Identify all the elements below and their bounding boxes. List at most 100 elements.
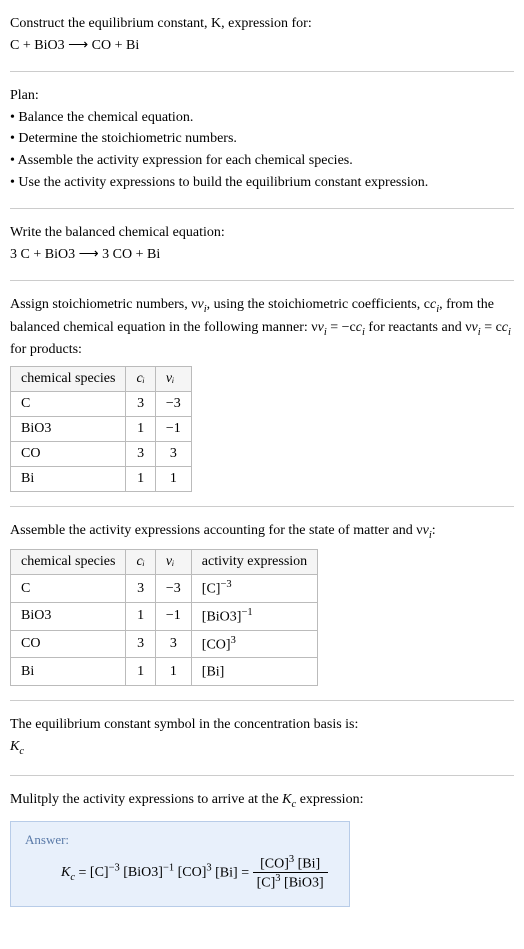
text: = −c xyxy=(327,320,356,335)
equals: = xyxy=(79,865,90,880)
base: [Bi] xyxy=(202,665,225,680)
multiply-intro: Mulitply the activity expressions to arr… xyxy=(10,790,514,812)
plan-item: • Assemble the activity expression for e… xyxy=(10,151,514,171)
exp: −3 xyxy=(220,579,231,590)
cell-species: BiO3 xyxy=(11,603,126,631)
base: [BiO3] xyxy=(202,610,242,625)
k-base: K xyxy=(282,792,291,807)
nu-symbol: νi xyxy=(318,320,327,335)
table-row: CO 3 3 [CO]3 xyxy=(11,630,318,658)
cell-vi: −3 xyxy=(155,391,191,416)
c-symbol: ci xyxy=(430,297,439,312)
plan-title: Plan: xyxy=(10,86,514,106)
base: [C] xyxy=(90,865,109,880)
text: νᵢ xyxy=(166,371,174,386)
k-base: K xyxy=(10,739,19,754)
text: νᵢ xyxy=(166,554,174,569)
col-activity: activity expression xyxy=(191,550,317,575)
symbol-intro: The equilibrium constant symbol in the c… xyxy=(10,715,514,735)
k-sub: c xyxy=(70,872,75,883)
cell-vi: 3 xyxy=(155,441,191,466)
nu-symbol: νi xyxy=(423,523,432,538)
base: [C] xyxy=(202,582,221,597)
text: cᵢ xyxy=(136,371,144,386)
base: [CO] xyxy=(202,637,231,652)
cell-species: CO xyxy=(11,630,126,658)
nu-symbol: νi xyxy=(198,297,207,312)
cell-ci: 3 xyxy=(126,630,155,658)
cell-activity: [Bi] xyxy=(191,658,317,686)
cell-species: Bi xyxy=(11,658,126,686)
text: Mulitply the activity expressions to arr… xyxy=(10,792,282,807)
kc-symbol: Kc xyxy=(10,737,514,759)
cell-vi: 3 xyxy=(155,630,191,658)
cell-vi: 1 xyxy=(155,466,191,491)
fraction: [CO]3 [Bi] [C]3 [BiO3] xyxy=(253,854,328,892)
answer-label: Answer: xyxy=(25,832,335,848)
base: [CO] xyxy=(260,856,289,871)
text: Assemble the activity expressions accoun… xyxy=(10,523,423,538)
col-species: chemical species xyxy=(11,550,126,575)
unbalanced-equation: C + BiO3 ⟶ CO + Bi xyxy=(10,36,514,56)
exp: −1 xyxy=(163,862,174,873)
base: [Bi] xyxy=(294,856,320,871)
answer-box: Answer: Kc = [C]−3 [BiO3]−1 [CO]3 [Bi] =… xyxy=(10,821,350,907)
activity-table: chemical species cᵢ νᵢ activity expressi… xyxy=(10,549,318,686)
fraction-denominator: [C]3 [BiO3] xyxy=(253,873,328,892)
kc-lhs: Kc xyxy=(61,865,75,880)
table-header-row: chemical species cᵢ νᵢ activity expressi… xyxy=(11,550,318,575)
prompt-line: Construct the equilibrium constant, K, e… xyxy=(10,14,514,34)
text: Assign stoichiometric numbers, ν xyxy=(10,297,198,312)
table-header-row: chemical species cᵢ νᵢ xyxy=(11,366,192,391)
header-section: Construct the equilibrium constant, K, e… xyxy=(10,8,514,63)
divider xyxy=(10,71,514,72)
cell-ci: 3 xyxy=(126,575,155,603)
cell-ci: 1 xyxy=(126,416,155,441)
base: [BiO3] xyxy=(281,876,324,891)
table-row: BiO3 1 −1 [BiO3]−1 xyxy=(11,603,318,631)
cell-ci: 3 xyxy=(126,391,155,416)
divider xyxy=(10,280,514,281)
exp: −1 xyxy=(241,607,252,618)
table-row: Bi 1 1 [Bi] xyxy=(11,658,318,686)
cell-vi: −1 xyxy=(155,603,191,631)
prompt-text: Construct the equilibrium constant, K, e… xyxy=(10,16,312,31)
cell-species: Bi xyxy=(11,466,126,491)
term2: [BiO3]−1 xyxy=(123,865,174,880)
divider xyxy=(10,506,514,507)
balanced-intro: Write the balanced chemical equation: xyxy=(10,223,514,243)
col-ci: cᵢ xyxy=(126,366,155,391)
cell-species: C xyxy=(11,575,126,603)
divider xyxy=(10,208,514,209)
cell-species: CO xyxy=(11,441,126,466)
cell-ci: 1 xyxy=(126,466,155,491)
table-row: BiO3 1 −1 xyxy=(11,416,192,441)
term4: [Bi] xyxy=(215,865,238,880)
text: : xyxy=(432,523,436,538)
divider xyxy=(10,700,514,701)
cell-species: BiO3 xyxy=(11,416,126,441)
base: [C] xyxy=(257,876,276,891)
plan-item: • Determine the stoichiometric numbers. xyxy=(10,129,514,149)
cell-ci: 1 xyxy=(126,603,155,631)
plan-item: • Balance the chemical equation. xyxy=(10,108,514,128)
cell-ci: 3 xyxy=(126,441,155,466)
kc-symbol: Kc xyxy=(282,792,296,807)
term1: [C]−3 xyxy=(90,865,120,880)
cell-species: C xyxy=(11,391,126,416)
cell-activity: [BiO3]−1 xyxy=(191,603,317,631)
text: for products: xyxy=(10,342,82,357)
divider xyxy=(10,775,514,776)
table-row: Bi 1 1 xyxy=(11,466,192,491)
answer-equation: Kc = [C]−3 [BiO3]−1 [CO]3 [Bi] = [CO]3 [… xyxy=(61,854,335,892)
stoich-intro: Assign stoichiometric numbers, ννi, usin… xyxy=(10,295,514,360)
stoich-table: chemical species cᵢ νᵢ C 3 −3 BiO3 1 −1 … xyxy=(10,366,192,492)
table-row: C 3 −3 [C]−3 xyxy=(11,575,318,603)
exp: −3 xyxy=(109,862,120,873)
text: cᵢ xyxy=(136,554,144,569)
table-row: CO 3 3 xyxy=(11,441,192,466)
term3: [CO]3 xyxy=(178,865,212,880)
col-ci: cᵢ xyxy=(126,550,155,575)
col-vi: νᵢ xyxy=(155,366,191,391)
activity-intro: Assemble the activity expressions accoun… xyxy=(10,521,514,543)
